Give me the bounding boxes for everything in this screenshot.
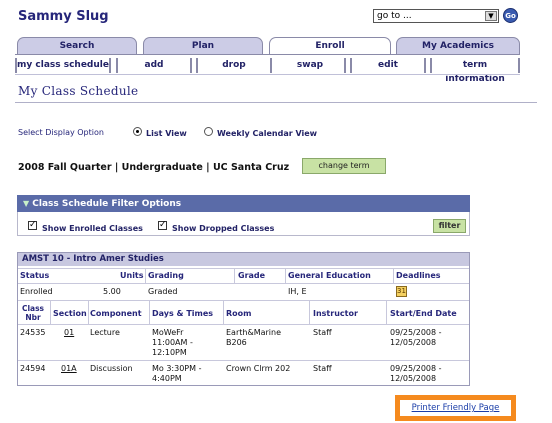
- col-divider: [234, 268, 235, 284]
- header-class-nbr-line2: Nbr: [25, 313, 41, 322]
- start-end-date-value: 09/25/2008 - 12/05/2008: [390, 328, 442, 348]
- triangle-down-icon: ▼: [23, 199, 30, 208]
- row-divider: [18, 283, 469, 284]
- days-line: 4:40PM: [152, 374, 182, 383]
- header-status: Status: [20, 271, 50, 280]
- goto-select[interactable]: go to ... ▼: [373, 9, 499, 23]
- go-button[interactable]: Go: [503, 8, 518, 23]
- weekly-view-radio[interactable]: [204, 127, 213, 136]
- filter-panel-title: Class Schedule Filter Options: [32, 199, 182, 209]
- col-divider: [50, 300, 51, 324]
- section-link[interactable]: 01: [64, 328, 74, 338]
- section-link[interactable]: 01A: [61, 364, 77, 374]
- title-rule: [15, 102, 537, 103]
- header-section: Section: [53, 309, 87, 318]
- header-units: Units: [120, 271, 144, 280]
- days-line: 11:00AM -: [152, 338, 193, 347]
- subtab-term-information[interactable]: term information: [430, 58, 520, 84]
- col-divider: [145, 268, 146, 284]
- room-line: B206: [226, 338, 247, 347]
- header-instructor: Instructor: [313, 309, 358, 318]
- show-enrolled-checkbox[interactable]: ✓: [28, 221, 37, 230]
- col-divider: [386, 300, 387, 324]
- goto-value: go to ...: [377, 11, 412, 21]
- subtab-edit[interactable]: edit: [350, 58, 426, 73]
- room-line: Earth&Marine: [226, 328, 281, 337]
- instructor-value: Staff: [313, 364, 332, 373]
- filter-button[interactable]: filter: [433, 219, 466, 233]
- show-enrolled-label: Show Enrolled Classes: [42, 224, 143, 233]
- header-start-end-date: Start/End Date: [390, 309, 457, 318]
- component-value: Lecture: [90, 328, 120, 337]
- ge-value: IH, E: [288, 287, 307, 296]
- date-line: 12/05/2008: [390, 374, 437, 383]
- header-days-times: Days & Times: [152, 309, 214, 318]
- printer-friendly-link[interactable]: Printer Friendly Page: [400, 400, 511, 416]
- display-option-label: Select Display Option: [18, 128, 104, 137]
- date-line: 09/25/2008 -: [390, 364, 442, 373]
- units-value: 5.00: [103, 287, 121, 296]
- header-deadlines: Deadlines: [396, 271, 441, 280]
- header-room: Room: [226, 309, 252, 318]
- row-divider: [18, 324, 469, 325]
- col-divider: [149, 300, 150, 324]
- page-title: My Class Schedule: [18, 84, 139, 98]
- days-times-value: Mo 3:30PM - 4:40PM: [152, 364, 201, 384]
- subtab-divider: [15, 74, 520, 75]
- days-times-value: MoWeFr 11:00AM - 12:10PM: [152, 328, 193, 358]
- header-grading: Grading: [148, 271, 184, 280]
- grading-value: Graded: [148, 287, 178, 296]
- header-class-nbr-line1: Class: [21, 304, 45, 313]
- row-divider: [18, 300, 469, 301]
- room-value: Earth&Marine B206: [226, 328, 281, 348]
- col-divider: [223, 300, 224, 324]
- days-line: MoWeFr: [152, 328, 184, 337]
- show-dropped-label: Show Dropped Classes: [172, 224, 275, 233]
- status-value: Enrolled: [20, 287, 53, 296]
- term-text: 2008 Fall Quarter | Undergraduate | UC S…: [18, 162, 290, 173]
- tab-plan[interactable]: Plan: [143, 37, 263, 54]
- header-general-education: General Education: [288, 271, 371, 280]
- header-component: Component: [90, 309, 142, 318]
- subtab-swap[interactable]: swap: [276, 58, 346, 73]
- date-line: 09/25/2008 -: [390, 328, 442, 337]
- calendar-icon[interactable]: 31: [396, 286, 407, 297]
- col-divider: [285, 268, 286, 284]
- tab-divider: [15, 54, 520, 55]
- header-grade: Grade: [238, 271, 266, 280]
- days-line: 12:10PM: [152, 348, 187, 357]
- list-view-label[interactable]: List View: [146, 129, 187, 138]
- subtab-add[interactable]: add: [116, 58, 192, 73]
- date-line: 12/05/2008: [390, 338, 437, 347]
- component-value: Discussion: [90, 364, 133, 373]
- header-class-nbr: Class Nbr: [20, 304, 46, 322]
- col-divider: [309, 300, 310, 324]
- class-nbr-value: 24535: [20, 328, 46, 337]
- class-nbr-value: 24594: [20, 364, 46, 373]
- col-divider: [393, 268, 394, 284]
- tab-my-academics[interactable]: My Academics: [396, 37, 520, 54]
- class-title: AMST 10 - Intro Amer Studies: [18, 253, 469, 266]
- row-divider: [18, 360, 469, 361]
- app-name: Sammy Slug: [18, 9, 109, 24]
- start-end-date-value: 09/25/2008 - 12/05/2008: [390, 364, 442, 384]
- chevron-down-icon[interactable]: ▼: [485, 11, 497, 21]
- tab-enroll[interactable]: Enroll: [269, 37, 391, 55]
- subtab-drop[interactable]: drop: [196, 58, 272, 73]
- show-dropped-checkbox[interactable]: ✓: [158, 221, 167, 230]
- list-view-radio[interactable]: [133, 127, 142, 136]
- room-value: Crown Clrm 202: [226, 364, 291, 373]
- tab-search[interactable]: Search: [17, 37, 137, 54]
- subtab-my-class-schedule[interactable]: my class schedule: [15, 58, 111, 73]
- days-line: Mo 3:30PM -: [152, 364, 202, 373]
- weekly-view-label[interactable]: Weekly Calendar View: [217, 129, 317, 138]
- change-term-button[interactable]: change term: [302, 158, 386, 174]
- col-divider: [88, 300, 89, 324]
- instructor-value: Staff: [313, 328, 332, 337]
- filter-panel-header[interactable]: ▼ Class Schedule Filter Options: [17, 195, 470, 212]
- row-divider: [18, 268, 469, 269]
